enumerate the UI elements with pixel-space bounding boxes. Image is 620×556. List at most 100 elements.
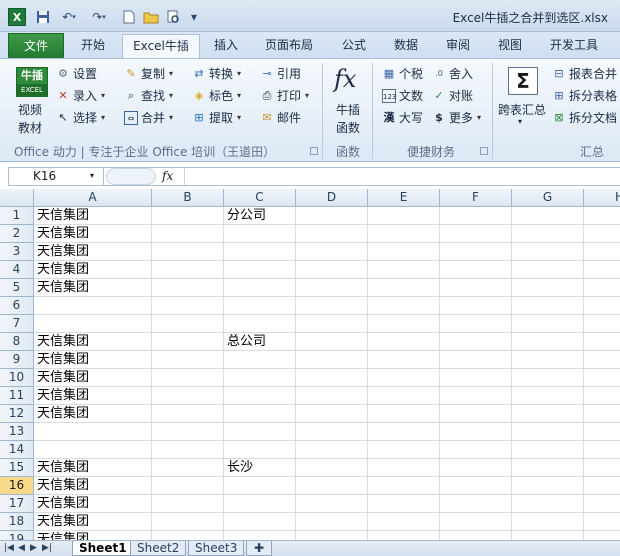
last-sheet-icon[interactable]: ▶| [42,541,52,556]
row-header-18[interactable]: 18 [0,513,34,531]
merge-button[interactable]: ⇔ 合并 ▾ [124,109,173,126]
formula-bar-expand-handle[interactable] [106,168,156,185]
customize-quick-access-icon[interactable]: ▾ [188,8,200,26]
worksheet-grid[interactable]: A B C D E F G H 1 2 3 4 5 6 7 8 9 10 11 12 13 14 15 16 17 18 19 天信集… [0,189,620,540]
row-header-19[interactable]: 19 [0,531,34,540]
cell-a18[interactable]: 天信集团 [34,513,152,531]
cell-a12[interactable]: 天信集团 [34,405,152,423]
chevron-down-icon[interactable]: ▾ [90,171,94,180]
insert-function-icon[interactable]: fx [162,167,173,186]
split-table-button[interactable]: ⊞ 拆分表格 [552,87,617,104]
row-header-10[interactable]: 10 [0,369,34,387]
niucha-logo-button[interactable]: 牛插 EXCEL [16,67,48,97]
undo-icon[interactable]: ↶ ▾ [56,8,82,26]
find-button[interactable]: ⌕ 查找 ▾ [124,87,173,104]
reconcile-button[interactable]: ✓ 对账 [432,87,473,104]
record-button[interactable]: ✕ 录入 ▾ [56,87,105,104]
sigma-icon[interactable]: Σ [508,67,538,95]
select-button[interactable]: ↖ 选择 ▾ [56,109,105,126]
column-header-g[interactable]: G [512,189,584,207]
tab-insert[interactable]: 插入 [206,32,246,58]
cell-a4[interactable]: 天信集团 [34,261,152,279]
redo-icon[interactable]: ↷ ▾ [86,8,112,26]
cell-a19[interactable]: 天信集团 [34,531,152,540]
uppercase-button[interactable]: 漢大写 [382,109,424,126]
row-header-15[interactable]: 15 [0,459,34,477]
row-header-8[interactable]: 8 [0,333,34,351]
first-sheet-icon[interactable]: |◀ [4,541,14,556]
row-header-4[interactable]: 4 [0,261,34,279]
row-header-6[interactable]: 6 [0,297,34,315]
tab-developer[interactable]: 开发工具 [542,32,606,58]
cross-sheet-summary-button[interactable]: 跨表汇总 [498,101,546,118]
row-header-1[interactable]: 1 [0,207,34,225]
cell-c8[interactable]: 总公司 [224,333,296,351]
open-folder-icon[interactable] [142,8,160,26]
column-header-b[interactable]: B [152,189,224,207]
cell-a15[interactable]: 天信集团 [34,459,152,477]
new-document-icon[interactable] [120,8,138,26]
next-sheet-icon[interactable]: ▶ [30,541,37,556]
formula-input[interactable] [184,168,620,185]
cell-a8[interactable]: 天信集团 [34,333,152,351]
text-number-button[interactable]: 123 文数 [382,87,423,104]
row-header-17[interactable]: 17 [0,495,34,513]
tab-file[interactable]: 文件 [8,33,64,58]
tab-review[interactable]: 审阅 [438,32,478,58]
tab-page-layout[interactable]: 页面布局 [256,32,322,58]
niucha-function-label[interactable]: 牛插 [336,101,360,118]
column-header-c[interactable]: C [224,189,296,207]
tab-home[interactable]: 开始 [72,32,114,58]
tab-view[interactable]: 视图 [490,32,530,58]
insert-sheet-icon[interactable]: ✚ [246,541,272,556]
cell-a9[interactable]: 天信集团 [34,351,152,369]
sheet-tab-1[interactable]: Sheet1 [72,541,134,556]
tab-data[interactable]: 数据 [386,32,426,58]
row-header-16[interactable]: 16 [0,477,34,495]
mark-color-button[interactable]: ◈ 标色 ▾ [192,87,241,104]
function-icon[interactable]: fx [334,65,356,93]
settings-button[interactable]: ⚙ 设置 [56,65,97,82]
function-label[interactable]: 函数 [336,119,360,136]
cell-a3[interactable]: 天信集团 [34,243,152,261]
cell-a10[interactable]: 天信集团 [34,369,152,387]
copy-button[interactable]: ✎ 复制 ▾ [124,65,173,82]
column-header-a[interactable]: A [34,189,152,207]
row-header-9[interactable]: 9 [0,351,34,369]
column-header-h[interactable]: H [584,189,620,207]
extract-button[interactable]: ⊞ 提取 ▾ [192,109,241,126]
split-document-button[interactable]: ⊠ 拆分文档 [552,109,617,126]
dialog-launcher-icon[interactable] [310,147,318,155]
cell-c15[interactable]: 长沙 [224,459,296,477]
income-tax-button[interactable]: ▦ 个税 [382,65,423,82]
row-header-12[interactable]: 12 [0,405,34,423]
row-header-13[interactable]: 13 [0,423,34,441]
row-header-2[interactable]: 2 [0,225,34,243]
row-header-11[interactable]: 11 [0,387,34,405]
row-header-5[interactable]: 5 [0,279,34,297]
round-button[interactable]: .0 舍入 [432,65,473,82]
report-merge-button[interactable]: ⊟ 报表合并 [552,65,617,82]
tutorial-button[interactable]: 教材 [18,119,42,136]
cell-c1[interactable]: 分公司 [224,207,296,225]
cell-a17[interactable]: 天信集团 [34,495,152,513]
cell-a16[interactable]: 天信集团 [34,477,152,495]
convert-button[interactable]: ⇄ 转换 ▾ [192,65,241,82]
chevron-down-icon[interactable]: ▾ [518,117,522,126]
video-button[interactable]: 视频 [18,101,42,118]
column-header-d[interactable]: D [296,189,368,207]
dialog-launcher-icon[interactable] [480,147,488,155]
cell-a11[interactable]: 天信集团 [34,387,152,405]
print-button[interactable]: ⎙ 打印 ▾ [260,87,309,104]
row-header-3[interactable]: 3 [0,243,34,261]
save-icon[interactable] [34,8,52,26]
prev-sheet-icon[interactable]: ◀ [18,541,25,556]
sheet-tab-2[interactable]: Sheet2 [130,541,187,556]
quote-button[interactable]: ⊸ 引用 [260,65,301,82]
row-header-7[interactable]: 7 [0,315,34,333]
cell-a5[interactable]: 天信集团 [34,279,152,297]
tab-formulas[interactable]: 公式 [334,32,374,58]
excel-logo-icon[interactable]: X [8,8,26,26]
more-button[interactable]: $ 更多 ▾ [432,109,481,126]
print-preview-icon[interactable] [164,8,182,26]
